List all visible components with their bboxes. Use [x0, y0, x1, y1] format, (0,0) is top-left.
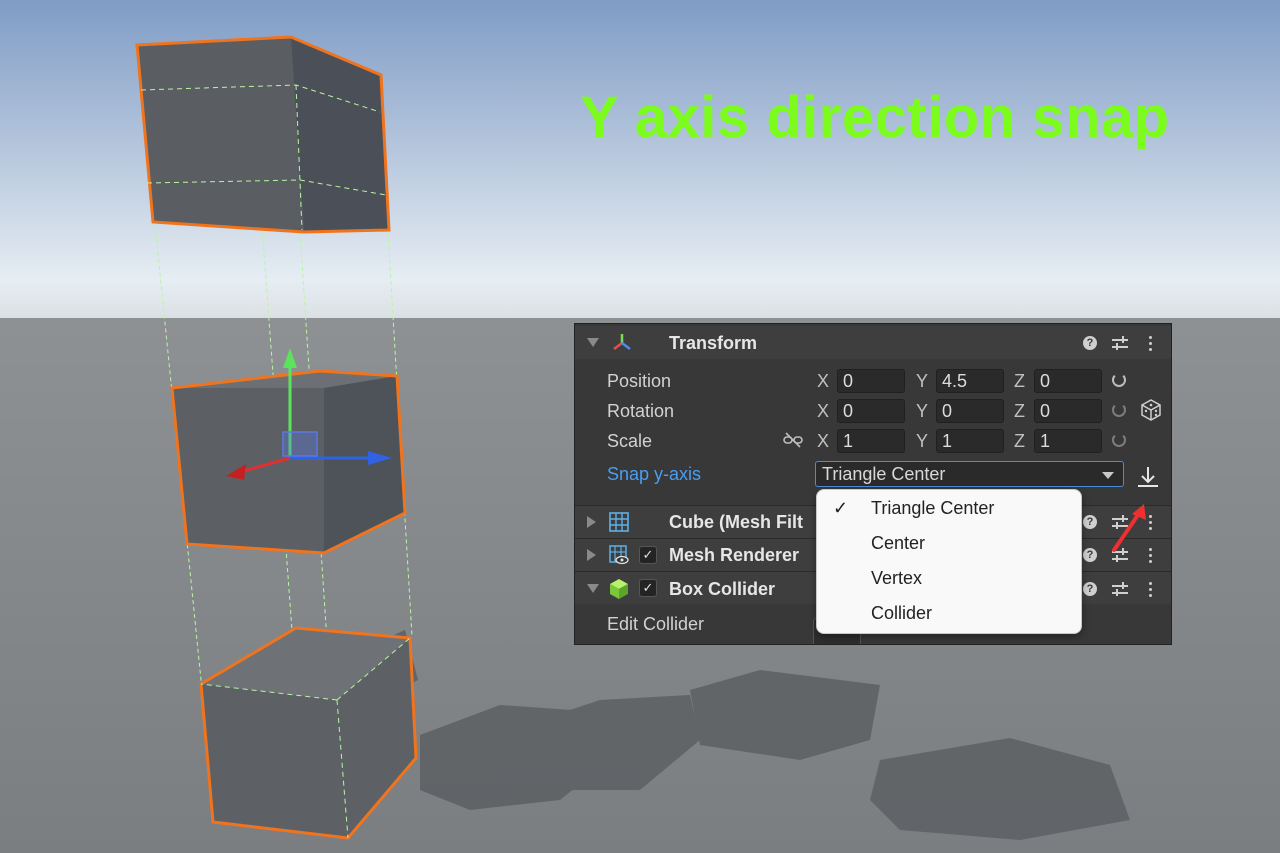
position-y-field[interactable]: 4.5 — [936, 369, 1004, 393]
menu-item-collider[interactable]: Collider — [817, 596, 1081, 630]
edit-collider-label: Edit Collider — [607, 614, 705, 634]
axis-y-label[interactable]: Y — [916, 371, 928, 392]
menu-item-center[interactable]: Center — [817, 526, 1081, 560]
snap-mode-menu: ✓ Triangle Center Center Vertex Collider — [816, 489, 1082, 634]
constrain-proportions-icon[interactable] — [783, 432, 803, 448]
rotation-y-field[interactable]: 0 — [936, 399, 1004, 423]
reset-rotation-icon[interactable] — [1112, 403, 1126, 417]
scale-x-field[interactable]: 1 — [837, 429, 905, 453]
menu-item-label: Vertex — [871, 568, 923, 588]
kebab-menu-icon[interactable] — [1149, 582, 1153, 600]
axis-y-label[interactable]: Y — [916, 401, 928, 422]
checkmark-icon: ✓ — [833, 498, 849, 518]
scale-label: Scale — [607, 431, 653, 451]
help-icon[interactable]: ? — [1083, 582, 1097, 596]
snap-to-ground-icon[interactable] — [1135, 464, 1161, 490]
fold-arrow-icon[interactable] — [587, 516, 596, 528]
axis-x-label[interactable]: X — [817, 431, 829, 452]
menu-item-vertex[interactable]: Vertex — [817, 561, 1081, 595]
top-cube[interactable] — [135, 35, 391, 234]
axis-x-label[interactable]: X — [817, 401, 829, 422]
axis-z-label[interactable]: Z — [1014, 371, 1025, 392]
headline-title: Y axis direction snap — [580, 85, 1170, 150]
dropdown-caret-icon — [1102, 472, 1114, 479]
kebab-menu-icon[interactable] — [1149, 336, 1153, 354]
enabled-checkbox[interactable]: ✓ — [639, 579, 657, 597]
position-z-field[interactable]: 0 — [1034, 369, 1102, 393]
scale-y-field[interactable]: 1 — [936, 429, 1004, 453]
rotation-label: Rotation — [607, 401, 675, 421]
component-title: Box Collider — [669, 579, 776, 599]
scale-z-field[interactable]: 1 — [1034, 429, 1102, 453]
component-title: Mesh Renderer — [669, 545, 800, 565]
enabled-checkbox[interactable]: ✓ — [639, 546, 657, 564]
rotation-x-field[interactable]: 0 — [837, 399, 905, 423]
help-icon[interactable]: ? — [1083, 548, 1097, 562]
position-x-field[interactable]: 0 — [837, 369, 905, 393]
snap-mode-dropdown[interactable]: Triangle Center — [815, 461, 1124, 487]
presets-icon[interactable] — [1112, 582, 1128, 596]
help-icon[interactable]: ? — [1083, 515, 1097, 529]
random-dice-icon[interactable] — [1141, 399, 1161, 421]
reset-scale-icon[interactable] — [1112, 433, 1126, 447]
axis-z-label[interactable]: Z — [1014, 431, 1025, 452]
pointer-arrow-icon — [1112, 504, 1146, 552]
menu-item-label: Center — [871, 533, 926, 553]
transform-header[interactable]: Transform ? — [575, 326, 1171, 359]
reset-position-icon[interactable] — [1112, 373, 1126, 387]
axis-z-label[interactable]: Z — [1014, 401, 1025, 422]
menu-item-label: Collider — [871, 603, 933, 623]
menu-item-label: Triangle Center — [871, 498, 995, 518]
fold-arrow-icon[interactable] — [587, 549, 596, 561]
fold-arrow-icon[interactable] — [587, 584, 599, 593]
transform-axes-icon — [613, 334, 631, 350]
box-collider-icon — [610, 579, 628, 599]
mesh-renderer-icon — [609, 545, 629, 565]
presets-icon[interactable] — [1112, 336, 1128, 350]
axis-y-label[interactable]: Y — [916, 431, 928, 452]
snap-y-axis-label: Snap y-axis — [607, 464, 702, 484]
axis-x-label[interactable]: X — [817, 371, 829, 392]
component-title: Cube (Mesh Filt — [669, 512, 803, 532]
gizmo-plane-handle[interactable] — [282, 431, 318, 457]
snap-mode-value: Triangle Center — [822, 464, 946, 484]
rotation-z-field[interactable]: 0 — [1034, 399, 1102, 423]
component-title: Transform — [669, 333, 758, 353]
menu-item-triangle-center[interactable]: ✓ Triangle Center — [817, 491, 1081, 525]
mesh-grid-icon — [609, 512, 629, 532]
position-label: Position — [607, 371, 672, 391]
help-icon[interactable]: ? — [1083, 336, 1097, 350]
fold-arrow-icon[interactable] — [587, 338, 599, 347]
